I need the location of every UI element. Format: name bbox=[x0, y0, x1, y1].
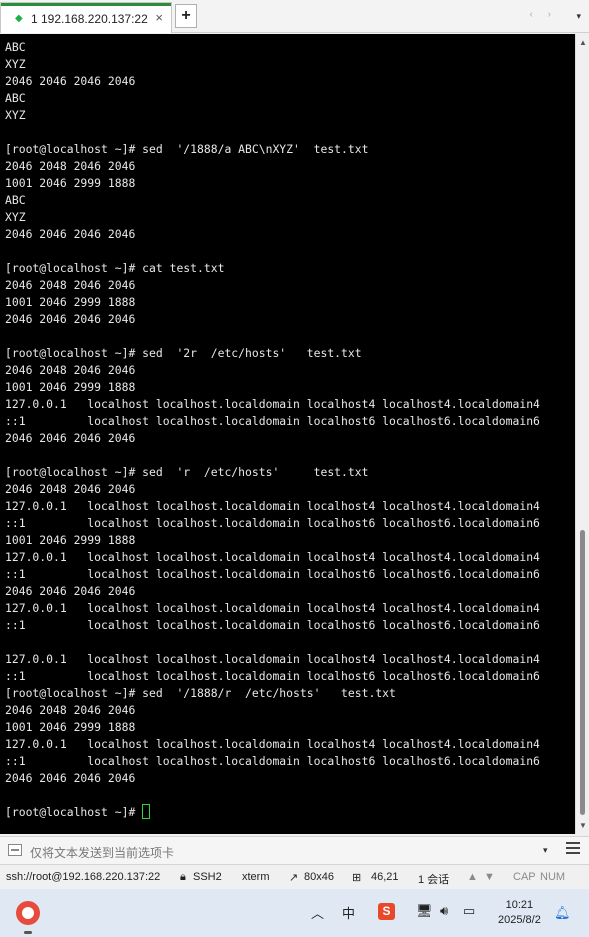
terminal-line: XYZ bbox=[5, 108, 26, 122]
terminal-size: 80x46 bbox=[304, 871, 334, 883]
terminal-line: [root@localhost ~]# sed 'r /etc/hosts' t… bbox=[5, 465, 369, 479]
xshell-app-icon[interactable] bbox=[16, 901, 40, 925]
volume-icon[interactable]: 🔊︎ bbox=[440, 903, 448, 919]
terminal-scrollbar[interactable]: ▲ ▼ bbox=[575, 34, 589, 834]
terminal-line: 2046 2048 2046 2046 bbox=[5, 703, 136, 717]
terminal-line: ::1 localhost localhost.localdomain loca… bbox=[5, 516, 540, 530]
scroll-up-icon[interactable]: ▲ bbox=[579, 38, 587, 47]
terminal-line: 2046 2048 2046 2046 bbox=[5, 482, 136, 496]
terminal-line: 1001 2046 2999 1888 bbox=[5, 720, 136, 734]
protocol-label: SSH2 bbox=[193, 871, 222, 883]
send-command-bar: 仅将文本发送到当前选项卡 ▾ bbox=[0, 836, 589, 864]
terminal-line: 127.0.0.1 localhost localhost.localdomai… bbox=[5, 499, 540, 513]
notification-bell-icon[interactable]: 🔔︎ bbox=[554, 905, 571, 920]
terminal-line: 2046 2048 2046 2046 bbox=[5, 278, 136, 292]
terminal-line: 2046 2046 2046 2046 bbox=[5, 584, 136, 598]
scrollbar-thumb[interactable] bbox=[580, 530, 585, 815]
upload-arrow-icon: ▲ bbox=[467, 871, 478, 883]
hamburger-menu-icon[interactable] bbox=[566, 842, 580, 856]
edit-icon[interactable] bbox=[8, 844, 22, 856]
terminal-output: ABC XYZ 2046 2046 2046 2046 ABC XYZ [root@loc… bbox=[5, 39, 540, 821]
terminal-cursor bbox=[142, 804, 151, 819]
terminal-line: 2046 2046 2046 2046 bbox=[5, 771, 136, 785]
terminal-line: XYZ bbox=[5, 57, 26, 71]
terminal-area[interactable]: ABC XYZ 2046 2046 2046 2046 ABC XYZ [root@loc… bbox=[0, 34, 575, 834]
clock-date: 2025/8/2 bbox=[498, 914, 541, 926]
tab-label: 1 192.168.220.137:22 bbox=[31, 12, 148, 26]
network-icon[interactable]: 🖥︎ bbox=[416, 903, 433, 919]
terminal-line: 2046 2048 2046 2046 bbox=[5, 363, 136, 377]
terminal-line: 2046 2046 2046 2046 bbox=[5, 431, 136, 445]
terminal-line: [root@localhost ~]# cat test.txt bbox=[5, 261, 225, 275]
terminal-line: XYZ bbox=[5, 210, 26, 224]
connection-address: ssh://root@192.168.220.137:22 bbox=[6, 871, 161, 883]
download-arrow-icon: ▼ bbox=[484, 871, 495, 883]
terminal-line: 127.0.0.1 localhost localhost.localdomai… bbox=[5, 550, 540, 564]
tab-list-dropdown-icon[interactable]: ▾ bbox=[576, 11, 581, 22]
session-count: 1 会话 bbox=[418, 874, 450, 886]
terminal-line: ABC bbox=[5, 193, 26, 207]
terminal-line: [root@localhost ~]# sed '/1888/r /etc/ho… bbox=[5, 686, 396, 700]
terminal-line: ::1 localhost localhost.localdomain loca… bbox=[5, 567, 540, 581]
battery-icon[interactable]: ▭ bbox=[463, 903, 475, 919]
send-text-input[interactable]: 仅将文本发送到当前选项卡 bbox=[30, 844, 174, 861]
scroll-down-icon[interactable]: ▼ bbox=[579, 821, 587, 830]
status-bar: ssh://root@192.168.220.137:22 🔒︎ SSH2 xt… bbox=[0, 864, 589, 889]
terminal-line: 2046 2046 2046 2046 bbox=[5, 227, 136, 241]
cursor-position: 46,21 bbox=[371, 871, 399, 883]
terminal-line: [root@localhost ~]# sed '2r /etc/hosts' … bbox=[5, 346, 362, 360]
terminal-line: 127.0.0.1 localhost localhost.localdomai… bbox=[5, 397, 540, 411]
terminal-line: [root@localhost ~]# sed '/1888/a ABC\nXY… bbox=[5, 142, 369, 156]
resize-icon: ↗ bbox=[289, 872, 299, 884]
connected-status-icon: ◆ bbox=[15, 13, 23, 24]
windows-taskbar: ︿ 中 S 🖥︎ 🔊︎ ▭ 10:21 2025/8/2 🔔︎ bbox=[0, 889, 589, 937]
terminal-line: 1001 2046 2999 1888 bbox=[5, 295, 136, 309]
terminal-line: 127.0.0.1 localhost localhost.localdomai… bbox=[5, 737, 540, 751]
session-tab[interactable]: ◆ 1 192.168.220.137:22 × bbox=[0, 2, 172, 33]
terminal-type: xterm bbox=[242, 871, 270, 883]
tab-scroll-arrows-icon[interactable]: ‹ › bbox=[530, 9, 557, 20]
terminal-line: ::1 localhost localhost.localdomain loca… bbox=[5, 669, 540, 683]
terminal-line: 1001 2046 2999 1888 bbox=[5, 380, 136, 394]
shell-prompt: [root@localhost ~]# bbox=[5, 805, 143, 819]
tab-accent bbox=[1, 3, 171, 6]
terminal-line: 2046 2046 2046 2046 bbox=[5, 312, 136, 326]
input-method-icon[interactable]: 中 bbox=[342, 903, 355, 922]
active-app-indicator bbox=[24, 931, 32, 934]
terminal-line: 127.0.0.1 localhost localhost.localdomai… bbox=[5, 652, 540, 666]
tab-bar: ◆ 1 192.168.220.137:22 × + ‹ › ▾ bbox=[0, 0, 589, 33]
terminal-line: ABC bbox=[5, 91, 26, 105]
send-target-dropdown-icon[interactable]: ▾ bbox=[543, 845, 548, 856]
terminal-line: 2046 2046 2046 2046 bbox=[5, 74, 136, 88]
sogou-ime-icon[interactable]: S bbox=[378, 903, 395, 920]
system-clock[interactable]: 10:21 2025/8/2 bbox=[498, 898, 541, 928]
lock-icon: 🔒︎ bbox=[180, 871, 186, 883]
terminal-line: ABC bbox=[5, 40, 26, 54]
caps-lock-indicator: CAP bbox=[513, 871, 536, 883]
new-tab-button[interactable]: + bbox=[175, 4, 197, 28]
terminal-line: ::1 localhost localhost.localdomain loca… bbox=[5, 618, 540, 632]
terminal-prompt-line[interactable]: [root@localhost ~]# bbox=[5, 804, 540, 821]
clock-time: 10:21 bbox=[505, 899, 534, 911]
cursor-position-icon: ⊞ bbox=[352, 872, 362, 884]
terminal-line: ::1 localhost localhost.localdomain loca… bbox=[5, 414, 540, 428]
chevron-up-icon[interactable]: ︿ bbox=[311, 903, 324, 922]
terminal-line: 1001 2046 2999 1888 bbox=[5, 176, 136, 190]
terminal-line: 127.0.0.1 localhost localhost.localdomai… bbox=[5, 601, 540, 615]
terminal-line: 2046 2048 2046 2046 bbox=[5, 159, 136, 173]
terminal-line: ::1 localhost localhost.localdomain loca… bbox=[5, 754, 540, 768]
close-tab-icon[interactable]: × bbox=[155, 10, 163, 25]
terminal-line: 1001 2046 2999 1888 bbox=[5, 533, 136, 547]
num-lock-indicator: NUM bbox=[540, 871, 566, 883]
